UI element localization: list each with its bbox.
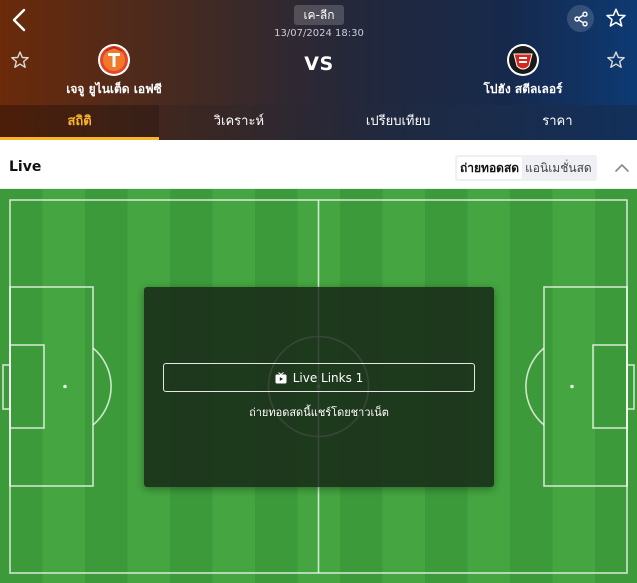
home-team-name[interactable]: เจจู ยูไนเต็ด เอฟซี [60, 80, 168, 99]
tab-analysis[interactable]: วิเคราะห์ [159, 105, 318, 140]
pitch-view: Live Links 1 ถ่ายทอดสดนี้แชร์โดยชาวเน็ต [0, 189, 637, 583]
tab-compare[interactable]: เปรียบเทียบ [319, 105, 478, 140]
tv-icon [275, 371, 287, 383]
share-icon [573, 11, 588, 27]
away-team-logo[interactable] [507, 44, 539, 76]
match-tabs: สถิติ วิเคราะห์ เปรียบเทียบ ราคา [0, 105, 637, 140]
live-mode-toggle: ถ่ายทอดสด แอนิเมชั่นสด [455, 155, 597, 181]
chevron-up-icon [615, 164, 629, 172]
live-animation-option[interactable]: แอนิเมชั่นสด [522, 157, 595, 179]
pohang-steelers-logo-icon [509, 46, 537, 74]
home-team-logo[interactable] [98, 44, 130, 76]
collapse-button[interactable] [613, 160, 631, 174]
star-icon [606, 8, 626, 27]
share-button[interactable] [567, 5, 594, 32]
match-header: เค-ลีก 13/07/2024 18:30 เจจู ยูไนเต็ด เอ… [0, 0, 637, 105]
vs-label: VS [304, 53, 334, 75]
favorite-away-team-button[interactable] [606, 50, 626, 70]
chevron-left-icon [12, 8, 26, 32]
live-stream-option[interactable]: ถ่ายทอดสด [457, 157, 523, 179]
favorite-home-team-button[interactable] [10, 50, 30, 70]
match-datetime: 13/07/2024 18:30 [274, 28, 364, 39]
live-link-label: Live Links 1 [292, 370, 364, 385]
back-button[interactable] [8, 7, 32, 33]
star-icon [11, 51, 29, 68]
away-team-name[interactable]: โปฮัง สตีลเลอร์ [469, 80, 577, 99]
tab-stats[interactable]: สถิติ [0, 105, 160, 140]
favorite-match-button[interactable] [605, 7, 627, 29]
tab-odds[interactable]: ราคา [478, 105, 637, 140]
live-links-panel: Live Links 1 ถ่ายทอดสดนี้แชร์โดยชาวเน็ต [144, 287, 494, 487]
live-source-note: ถ่ายทอดสดนี้แชร์โดยชาวเน็ต [249, 406, 389, 419]
live-link-button[interactable]: Live Links 1 [163, 363, 475, 392]
live-title: Live [9, 159, 42, 175]
star-icon [607, 51, 625, 68]
live-section-header: Live ถ่ายทอดสด แอนิเมชั่นสด [0, 146, 637, 189]
league-badge[interactable]: เค-ลีก [294, 5, 344, 25]
jeju-united-logo-icon [100, 46, 128, 74]
